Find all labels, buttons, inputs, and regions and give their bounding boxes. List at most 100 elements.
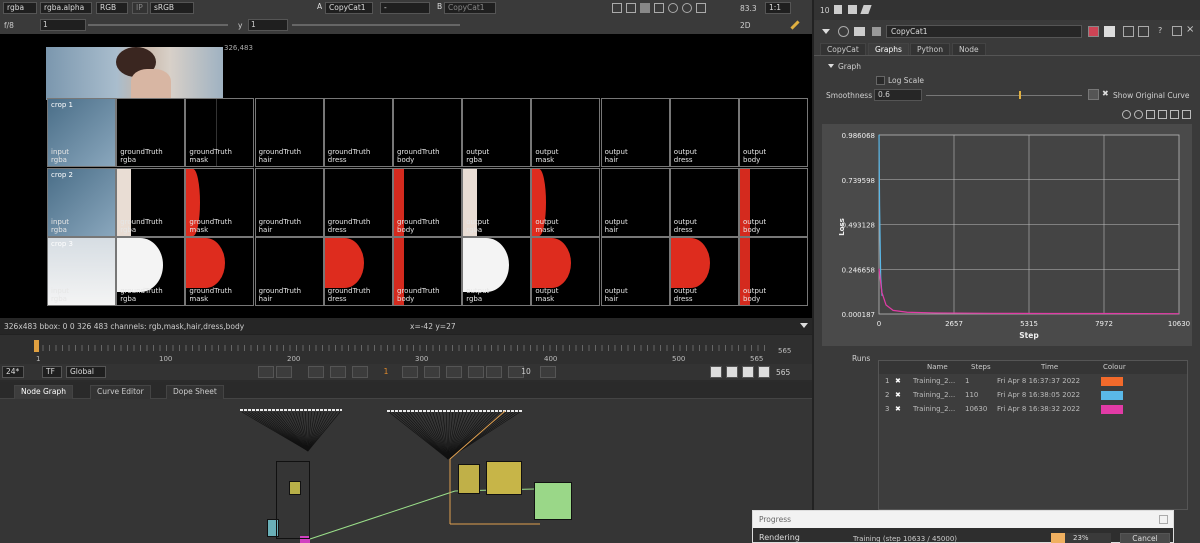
edit-icon[interactable] <box>860 5 872 14</box>
gain-icon[interactable] <box>696 3 706 13</box>
loss-chart[interactable]: 0.986068 0.739598 0.493128 0.246658 0.000187… <box>822 124 1192 346</box>
show-original-checkbox[interactable]: ✖ <box>1102 89 1109 98</box>
pan-icon[interactable] <box>1170 110 1179 119</box>
panel-count[interactable]: 10 <box>820 6 830 15</box>
table-row[interactable]: 2 ✖ Training_2... 110 Fri Apr 8 16:38:05 202… <box>879 389 1187 402</box>
tab-node[interactable]: Node <box>952 43 986 55</box>
timeline-track[interactable] <box>36 345 766 351</box>
play-icon[interactable] <box>402 366 418 378</box>
lock-icon[interactable] <box>834 5 842 14</box>
record-icon[interactable] <box>486 366 502 378</box>
tile-icon[interactable] <box>1104 26 1115 37</box>
input-a-dropdown[interactable]: CopyCat1 <box>325 2 373 14</box>
fstop-readout[interactable]: f/8 <box>4 21 14 30</box>
clip-icon[interactable] <box>626 3 636 13</box>
gamma-field[interactable]: 1 <box>248 19 288 31</box>
viewer-canvas[interactable]: 326,483 crop 1 input rgba groundTruth rgba gr… <box>0 34 812 318</box>
scope-dropdown[interactable]: Global <box>66 366 106 378</box>
step-back-key-icon[interactable] <box>276 366 292 378</box>
tab-python[interactable]: Python <box>910 43 950 55</box>
run-visible-toggle[interactable]: ✖ <box>895 389 901 402</box>
frame-field[interactable]: 1 <box>40 19 86 31</box>
run-visible-toggle[interactable]: ✖ <box>895 375 901 388</box>
tf-dropdown[interactable]: TF <box>42 366 62 378</box>
back-frame-icon[interactable] <box>352 366 368 378</box>
paint-brush-icon[interactable] <box>790 20 800 30</box>
curve-toggle-icon[interactable] <box>1088 89 1099 100</box>
close-icon[interactable]: × <box>1186 24 1194 35</box>
channels-dropdown[interactable]: rgba <box>3 2 37 14</box>
progress-close-icon[interactable] <box>1159 515 1168 524</box>
roi-icon[interactable] <box>640 3 650 13</box>
smoothness-slider-handle[interactable] <box>1019 91 1021 99</box>
node-name-field[interactable]: CopyCat1 <box>886 25 1082 38</box>
prev-key-icon[interactable] <box>330 366 346 378</box>
collapse-arrow-icon[interactable] <box>822 29 830 34</box>
tab-graphs[interactable]: Graphs <box>868 43 909 55</box>
float-icon[interactable] <box>848 5 857 14</box>
input-b-dropdown[interactable]: CopyCat1 <box>444 2 496 14</box>
expand-arrow-icon[interactable] <box>800 323 808 328</box>
zoom-out-icon[interactable] <box>1158 110 1167 119</box>
node-graph-canvas[interactable] <box>0 399 812 543</box>
node-yellow-3[interactable] <box>486 461 522 495</box>
rgb-mode-dropdown[interactable]: RGB <box>96 2 128 14</box>
play-option-icon[interactable] <box>710 366 722 378</box>
node-yellow-2[interactable] <box>458 464 480 494</box>
current-frame-field[interactable]: 1 <box>374 366 398 378</box>
run-colour-swatch[interactable] <box>1101 405 1123 414</box>
timeline[interactable]: 1 100 200 300 400 500 565 565 <box>0 334 812 364</box>
col-steps[interactable]: Steps <box>971 361 991 374</box>
ratio-dropdown[interactable]: 1:1 <box>765 2 791 14</box>
tab-node-graph[interactable]: Node Graph <box>14 385 73 399</box>
pause-icon[interactable] <box>682 3 692 13</box>
float-panel-icon[interactable] <box>1138 26 1149 37</box>
alpha-channel-dropdown[interactable]: rgba.alpha <box>40 2 92 14</box>
table-row[interactable]: 1 ✖ Training_2... 1 Fri Apr 8 16:37:37 2022 <box>879 375 1187 388</box>
gain-slider[interactable] <box>88 24 228 26</box>
next-key-icon[interactable] <box>446 366 462 378</box>
end-frame-field[interactable]: 565 <box>776 368 790 377</box>
fit-icon[interactable] <box>1134 110 1143 119</box>
cancel-button[interactable]: Cancel <box>1120 533 1170 543</box>
lut-dropdown[interactable]: sRGB <box>150 2 194 14</box>
zoom-readout[interactable]: 83.3 <box>740 4 757 13</box>
hide-icon[interactable] <box>1088 26 1099 37</box>
tab-dope-sheet[interactable]: Dope Sheet <box>166 385 224 399</box>
first-frame-icon[interactable] <box>308 366 324 378</box>
view-mode-dropdown[interactable]: 2D <box>740 21 751 30</box>
smoothness-slider[interactable] <box>926 95 1082 96</box>
log-scale-checkbox[interactable] <box>876 76 885 85</box>
run-colour-swatch[interactable] <box>1101 377 1123 386</box>
refresh-icon[interactable] <box>668 3 678 13</box>
stop-icon[interactable] <box>726 366 738 378</box>
step-field[interactable]: 10 <box>518 366 534 378</box>
table-row[interactable]: 3 ✖ Training_2... 10630 Fri Apr 8 16:38:32 2… <box>879 403 1187 416</box>
run-colour-swatch[interactable] <box>1101 391 1123 400</box>
forward-frame-icon[interactable] <box>424 366 440 378</box>
loop-icon[interactable] <box>258 366 274 378</box>
fps-dropdown[interactable]: 24* <box>2 366 24 378</box>
tab-curve-editor[interactable]: Curve Editor <box>90 385 151 399</box>
gamma-slider[interactable] <box>292 24 460 26</box>
col-name[interactable]: Name <box>927 361 948 374</box>
col-time[interactable]: Time <box>1041 361 1058 374</box>
step-forward-icon[interactable] <box>540 366 556 378</box>
run-visible-toggle[interactable]: ✖ <box>895 403 901 416</box>
help-question-icon[interactable]: ? <box>1158 26 1162 35</box>
export-frame-icon[interactable] <box>758 366 770 378</box>
smoothness-field[interactable]: 0.6 <box>874 89 922 101</box>
ip-button[interactable]: IP <box>132 2 148 14</box>
node-green[interactable] <box>534 482 572 520</box>
zoom-in-icon[interactable] <box>1146 110 1155 119</box>
loop-mode-icon[interactable] <box>742 366 754 378</box>
composite-dropdown[interactable]: - <box>380 2 430 14</box>
col-colour[interactable]: Colour <box>1103 361 1126 374</box>
last-frame-icon[interactable] <box>468 366 484 378</box>
tab-copycat[interactable]: CopyCat <box>820 43 866 55</box>
export-icon[interactable] <box>1182 110 1191 119</box>
restore-icon[interactable] <box>1172 26 1182 36</box>
help-icon[interactable] <box>838 26 849 37</box>
maximize-icon[interactable] <box>1123 26 1134 37</box>
reset-view-icon[interactable] <box>1122 110 1131 119</box>
